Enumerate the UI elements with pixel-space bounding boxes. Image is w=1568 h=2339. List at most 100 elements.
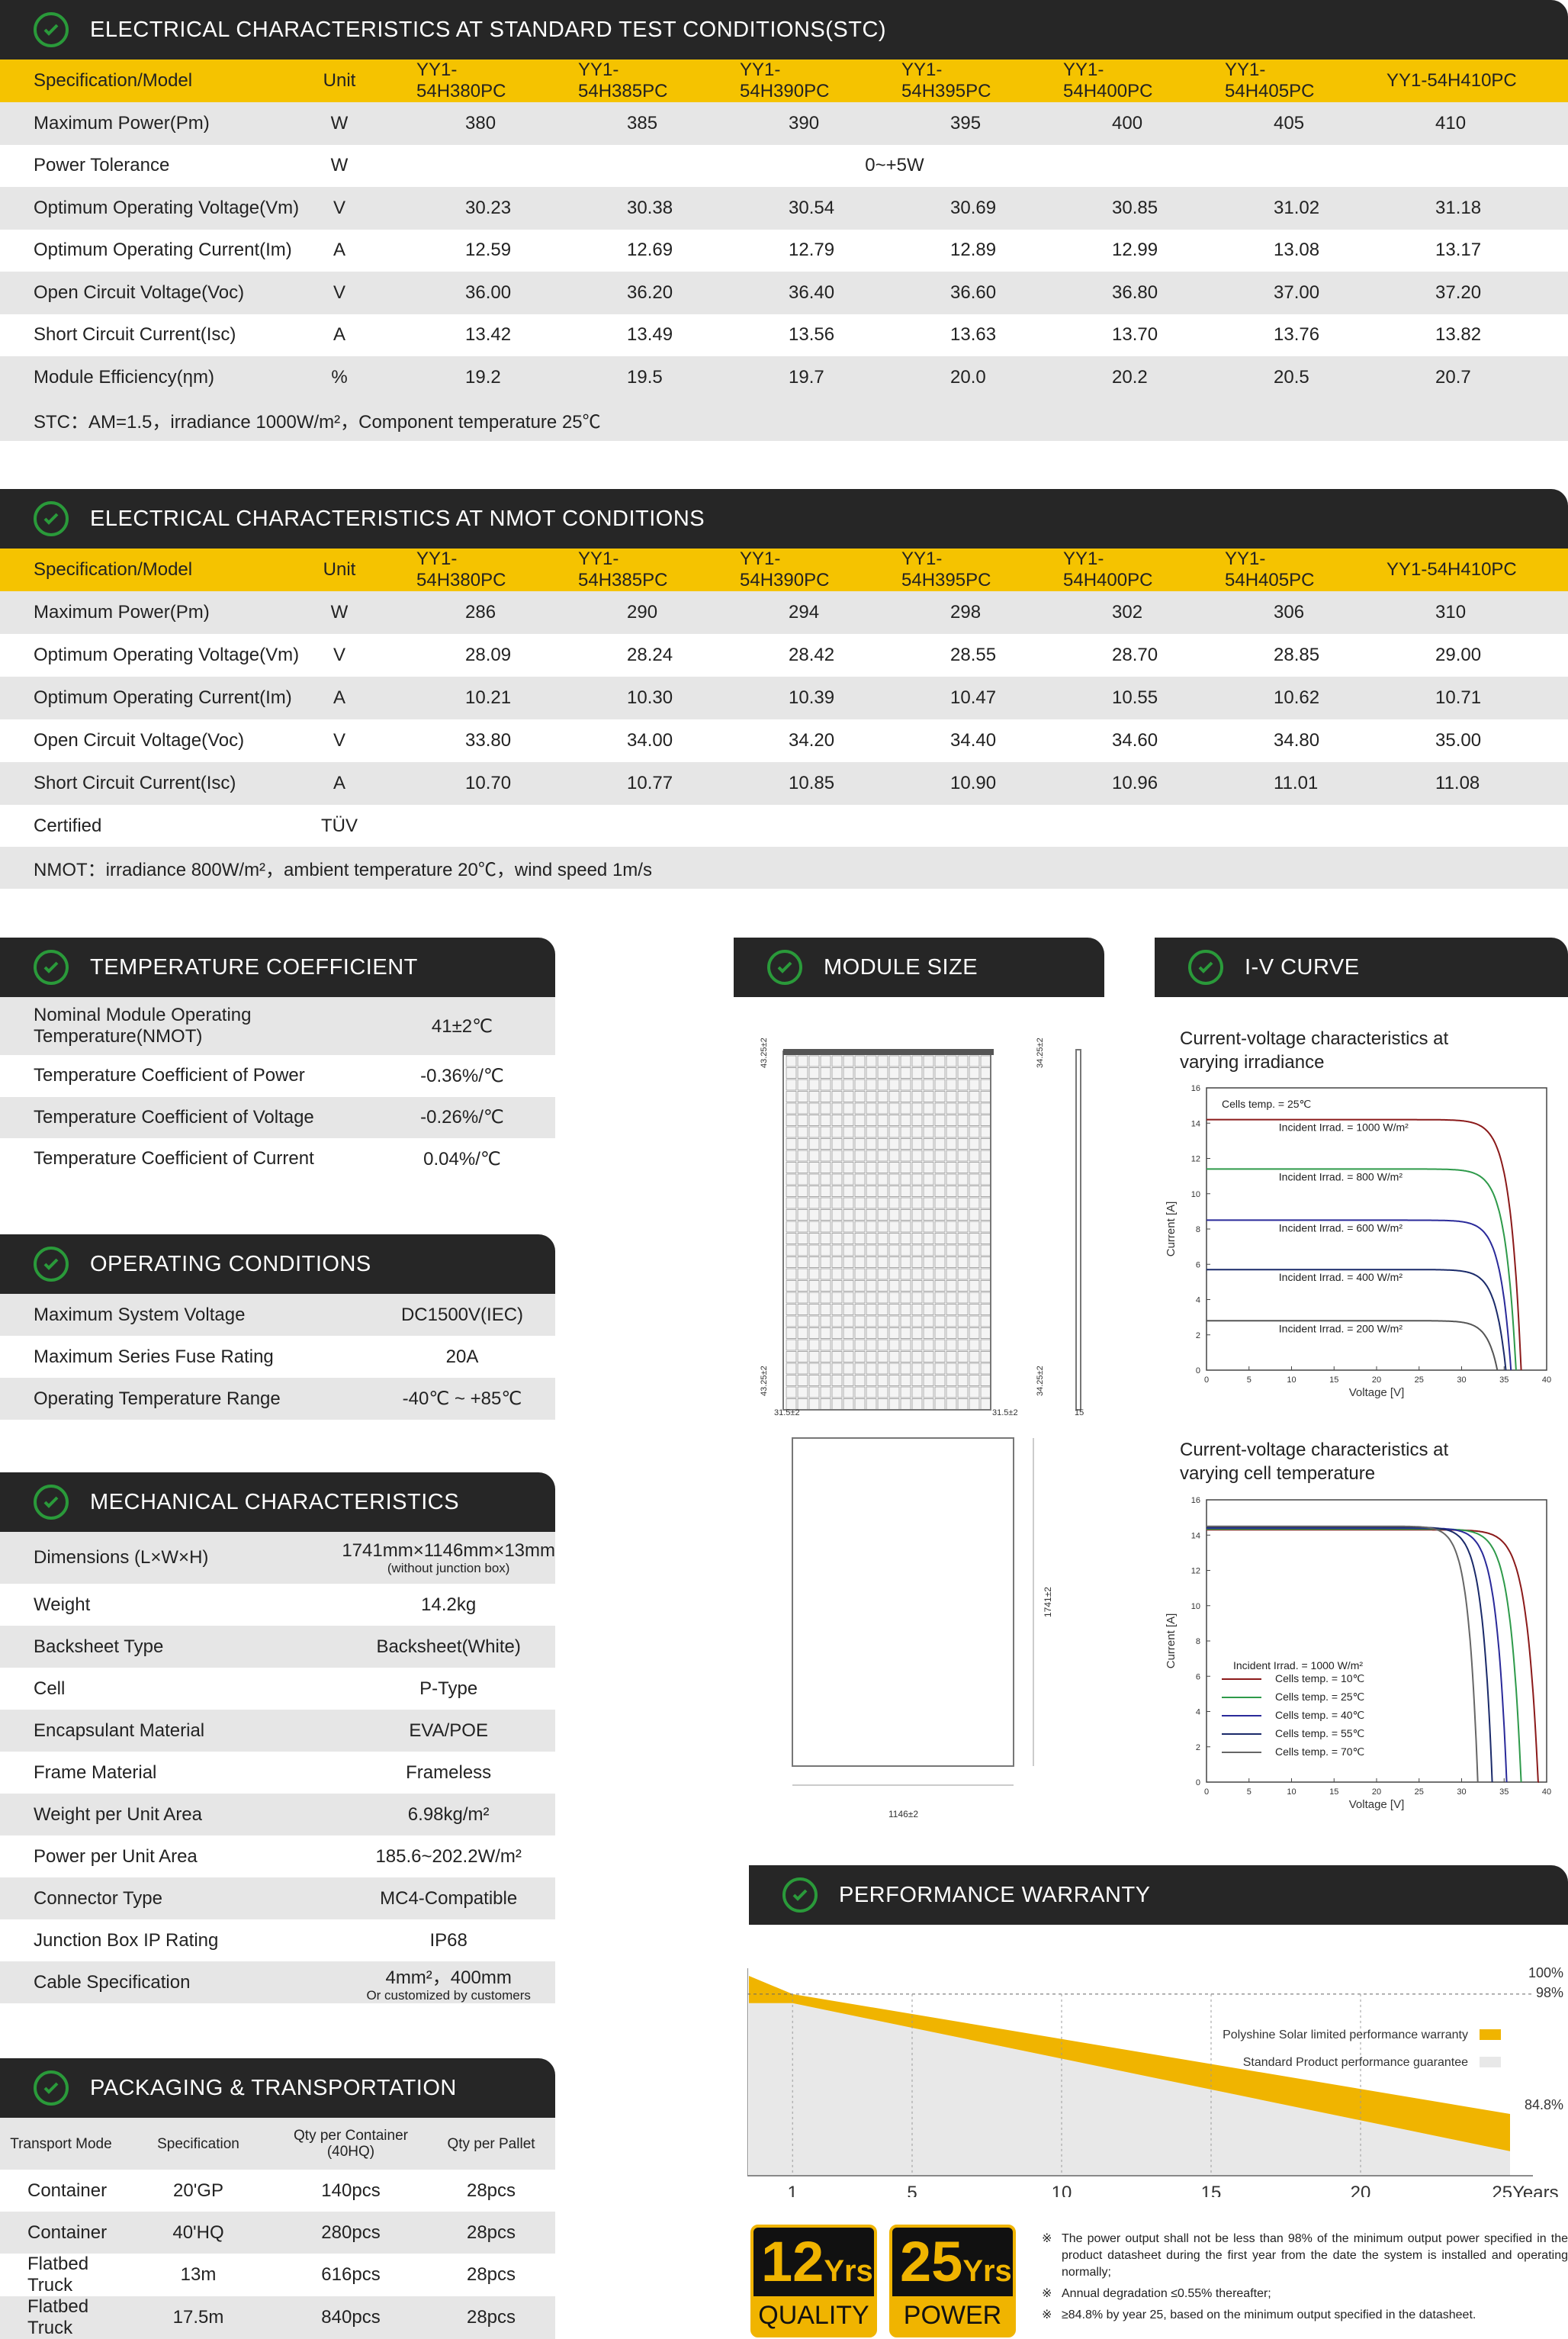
solar-cell xyxy=(900,1315,911,1327)
cell: 12.89 xyxy=(950,240,997,261)
solar-cell xyxy=(934,1339,946,1351)
y-tick-label: 8 xyxy=(1196,1637,1200,1646)
solar-cell xyxy=(820,1197,831,1209)
solar-cell xyxy=(786,1186,797,1197)
solar-cell xyxy=(808,1173,820,1186)
value: DC1500V(IEC) xyxy=(400,1304,524,1325)
solar-cell xyxy=(900,1256,911,1268)
packaging-header: PACKAGING & TRANSPORTATION xyxy=(0,2058,555,2118)
cell: 30.23 xyxy=(465,197,512,218)
solar-cell xyxy=(808,1292,820,1304)
solar-cell xyxy=(980,1221,991,1233)
table-row: Maximum Power(Pm) W 286 290 294 298 302 306 310 xyxy=(0,591,1568,634)
cell: Dimensions (L×W×H) xyxy=(34,1547,209,1568)
solar-cell xyxy=(854,1398,866,1410)
cell: 10.77 xyxy=(627,773,673,793)
cell: Frame Material xyxy=(34,1761,157,1783)
solar-cell xyxy=(946,1244,957,1256)
cell: Maximum Power(Pm) xyxy=(34,112,210,134)
solar-cell xyxy=(843,1209,854,1221)
solar-cell xyxy=(980,1233,991,1244)
solar-cell xyxy=(797,1138,808,1150)
legend-label: Cells temp. = 10℃ xyxy=(1275,1672,1364,1684)
operating-table: Maximum System Voltage DC1500V(IEC) Maximu… xyxy=(0,1294,555,1420)
solar-cell xyxy=(946,1292,957,1304)
solar-cell xyxy=(854,1173,866,1186)
solar-cell xyxy=(808,1186,820,1197)
x-tick-label: 10 xyxy=(1287,1787,1296,1797)
solar-cell xyxy=(900,1268,911,1280)
cell: 13.17 xyxy=(1435,240,1482,261)
x-tick-label: 15 xyxy=(1329,1787,1338,1797)
y-tick-label: 12 xyxy=(1191,1567,1200,1576)
cell: Unit xyxy=(305,60,374,102)
solar-cell xyxy=(957,1268,969,1280)
solar-cell xyxy=(820,1280,831,1292)
solar-cell xyxy=(820,1327,831,1339)
solar-cell xyxy=(866,1304,877,1315)
solar-cell xyxy=(957,1067,969,1079)
cell: 28.24 xyxy=(627,645,673,665)
solar-cell xyxy=(831,1280,843,1292)
cell: 405 xyxy=(1274,112,1305,134)
years-suffix: Years xyxy=(1512,2183,1559,2197)
solar-cell xyxy=(934,1126,946,1138)
solar-cell xyxy=(797,1351,808,1363)
cell: W xyxy=(330,155,349,176)
cell: Temperature Coefficient of Voltage xyxy=(34,1106,314,1128)
x-tick-label: 20 xyxy=(1372,1375,1381,1385)
solar-cell xyxy=(900,1304,911,1315)
cell: Optimum Operating Current(Im) xyxy=(34,240,292,261)
solar-cell xyxy=(843,1398,854,1410)
solar-cell xyxy=(854,1067,866,1079)
note-mark: ※ xyxy=(1042,2232,1052,2245)
solar-cell xyxy=(969,1339,980,1351)
solar-cell xyxy=(934,1363,946,1375)
solar-cell xyxy=(969,1398,980,1410)
solar-cell xyxy=(866,1055,877,1067)
solar-cell xyxy=(854,1233,866,1244)
solar-cell xyxy=(808,1304,820,1315)
solar-cell xyxy=(946,1339,957,1351)
solar-cell xyxy=(831,1339,843,1351)
solar-cell xyxy=(888,1115,900,1126)
iv-title: I-V CURVE xyxy=(1245,954,1360,980)
cell: Specification/Model xyxy=(0,549,305,591)
solar-cell xyxy=(877,1126,888,1138)
dim-top-right: 34.25±2 xyxy=(1036,1038,1045,1068)
solar-cell xyxy=(854,1126,866,1138)
cell: MC4-Compatible xyxy=(342,1877,555,1919)
solar-cell xyxy=(854,1186,866,1197)
cell: YY1-54H395PC xyxy=(859,60,1020,102)
cell: YY1-54H400PC xyxy=(1020,549,1182,591)
cell: 20.2 xyxy=(1112,366,1148,388)
cell: W xyxy=(330,602,349,623)
dim-top-left: 43.25±2 xyxy=(760,1038,769,1068)
solar-cell xyxy=(957,1315,969,1327)
solar-cell xyxy=(797,1339,808,1351)
solar-cell xyxy=(820,1375,831,1386)
cell: EVA/POE xyxy=(342,1710,555,1752)
solar-cell xyxy=(957,1327,969,1339)
quality-unit: Yrs xyxy=(824,2254,873,2288)
solar-cell xyxy=(900,1221,911,1233)
solar-cell xyxy=(946,1363,957,1375)
solar-cell xyxy=(820,1339,831,1351)
solar-cell xyxy=(900,1055,911,1067)
cell: 28.09 xyxy=(465,645,512,665)
solar-cell xyxy=(969,1221,980,1233)
solar-cell xyxy=(831,1327,843,1339)
module-size-title: MODULE SIZE xyxy=(824,954,978,980)
solar-cell xyxy=(934,1173,946,1186)
cell: 31.02 xyxy=(1274,197,1320,218)
solar-cell xyxy=(980,1138,991,1150)
cell: 10.47 xyxy=(950,687,997,708)
cell: 10.85 xyxy=(789,773,835,793)
solar-cell xyxy=(911,1244,923,1256)
cell: Flatbed Truck xyxy=(27,2254,89,2296)
solar-cell xyxy=(923,1351,934,1363)
x-tick-label: 5 xyxy=(1247,1787,1252,1797)
solar-cell xyxy=(934,1386,946,1398)
solar-cell xyxy=(820,1173,831,1186)
cell: 298 xyxy=(950,602,982,623)
